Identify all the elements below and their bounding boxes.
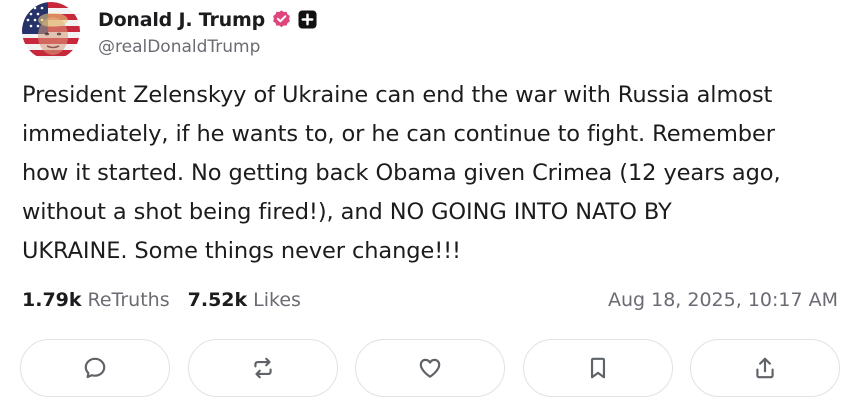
post-body-text: President Zelenskyy of Ukraine can end t… [22, 82, 781, 264]
display-name[interactable]: Donald J. Trump [98, 9, 265, 31]
avatar-image [22, 2, 80, 60]
comment-icon [84, 357, 106, 379]
plus-badge-icon [298, 10, 317, 29]
share-button[interactable] [690, 339, 840, 397]
action-bar [20, 339, 840, 401]
likes-count: 7.52k [187, 289, 248, 311]
bookmark-icon [590, 357, 605, 379]
post-stats: 1.79k ReTruths 7.52k Likes Aug 18, 2025,… [22, 286, 838, 314]
retruths-label: ReTruths [87, 289, 170, 311]
post-header: Donald J. Trump @realDonaldTrump [22, 2, 317, 60]
author-handle[interactable]: @realDonaldTrump [98, 37, 317, 57]
share-icon [756, 357, 774, 379]
author-names: Donald J. Trump @realDonaldTrump [98, 6, 317, 57]
retruth-button[interactable] [187, 339, 338, 397]
avatar[interactable] [22, 2, 80, 60]
post-timestamp[interactable]: Aug 18, 2025, 10:17 AM [608, 289, 838, 311]
name-row: Donald J. Trump [98, 6, 317, 34]
likes-label: Likes [253, 289, 301, 311]
bookmark-button[interactable] [522, 339, 673, 397]
heart-icon [419, 358, 441, 378]
likes-stat[interactable]: 7.52k Likes [188, 289, 301, 311]
post-card: Donald J. Trump @realDonaldTrump Preside… [0, 0, 860, 420]
reply-button[interactable] [20, 339, 170, 397]
retruths-stat[interactable]: 1.79k ReTruths [22, 289, 170, 311]
like-button[interactable] [355, 339, 505, 397]
retruths-count: 1.79k [22, 289, 82, 311]
verified-badge-icon [271, 9, 292, 30]
repost-icon [253, 357, 272, 379]
